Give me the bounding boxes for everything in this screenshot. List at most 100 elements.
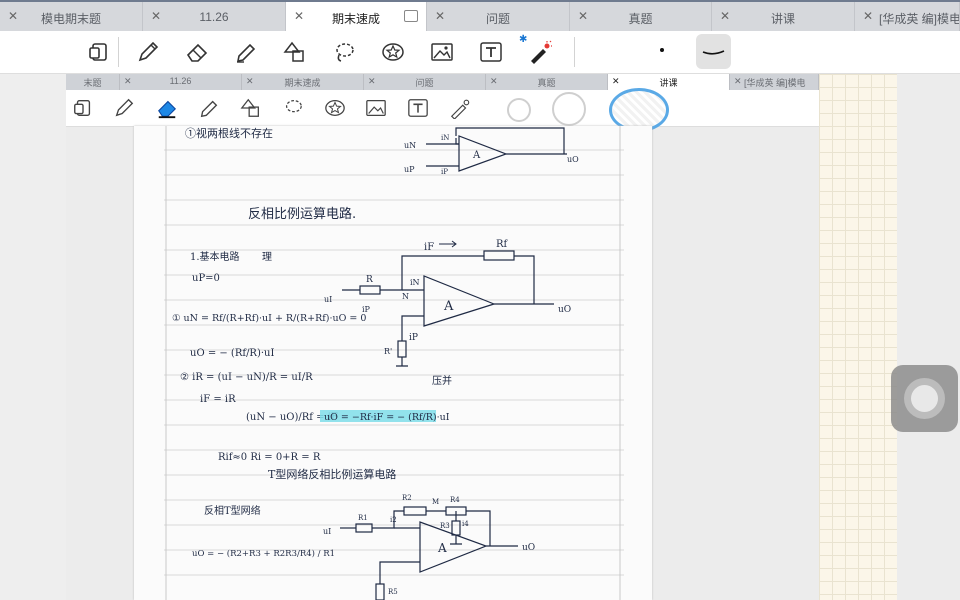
tab-label: 真题 [628,12,653,26]
label-r: R [366,275,373,285]
page-layout-icon [74,99,91,117]
t-network-title: T型网络反相比例运算电路 [268,467,396,481]
eq-2: uO = − (Rf/R)·uI [190,348,274,359]
tab-lecture[interactable]: ✕ 讲课 [712,2,855,31]
label-rprime: R' [384,347,392,356]
embedded-tab: ✕ 讲课 [608,74,730,90]
tab-mod-final[interactable]: ✕ 模电期末题 [0,2,143,31]
stroke-sample-icon [702,50,725,55]
tab-label: 问题 [485,12,510,26]
note-pressure: 压并 [432,374,452,387]
tab-label: 问题 [415,78,434,88]
sticker-icon [325,100,345,116]
image-icon [431,43,453,61]
label-ui-2: uI [323,527,331,536]
grid-paper [819,74,897,600]
tab-label: 期末速成 [284,78,321,88]
tab-1126[interactable]: ✕ 11.26 [143,2,286,31]
tab-label: [华成英 编]模电 [879,12,959,26]
label-i4: i4 [462,520,469,528]
eq-1: ① uN = Rf/(R+Rf)·uI + R/(R+Rf)·uO = 0 [172,313,366,324]
text-box-icon [480,42,502,62]
tab-label: 11.26 [199,10,229,24]
eq-6: uO = −Rf·iF = − (Rf/R)·uI [324,412,450,423]
assistive-touch-dot [911,385,938,412]
tab-past-papers[interactable]: ✕ 真题 [570,2,712,31]
sticker-icon [382,43,404,61]
eraser-icon [186,43,208,62]
t-network-label: 反相T型网络 [204,504,261,517]
eq-4: iF = iR [200,394,236,405]
label-i2: i2 [390,516,397,524]
pen-icon [115,98,134,117]
bluetooth-icon: ✱ [519,34,528,45]
tab-label: 末题 [83,78,102,88]
stroke-size-small [507,98,531,122]
tab-label: [华成英 编]模电 [744,78,806,88]
circuit-label-in: iN [441,134,449,142]
embedded-tab: 末题 [66,74,120,90]
note-line-1: ①视两根线不存在 [185,126,273,140]
close-icon: ✕ [734,76,742,86]
right-margin [897,74,960,600]
tab-label: 11.26 [169,76,192,86]
lasso-tool[interactable] [330,39,358,65]
section-title: 反相比例运算电路. [248,206,356,222]
label-r4: R4 [450,496,460,504]
note-page: ①视两根线不存在 A uN uP iN iP uO 反相比例运算电路. iF R… [134,126,652,600]
shapes-icon [283,41,304,62]
circuit-label-ip: iP [441,168,448,176]
eraser-icon [158,100,177,119]
split-view-icon[interactable] [404,10,418,22]
embedded-tab: ✕ 真题 [486,74,608,90]
handwritten-notes: ①视两根线不存在 A uN uP iN iP uO 反相比例运算电路. iF R… [164,126,624,600]
tab-label: 讲课 [659,78,678,88]
sticker-tool[interactable] [379,39,407,65]
divider [118,37,119,67]
toolbar: ✱ [0,31,960,74]
eraser-tool[interactable] [183,39,211,65]
eq-7: Rif≈0 Ri = 0+R = R [218,452,321,463]
eq-up: uP=0 [192,273,220,284]
page-layout-button[interactable] [85,39,113,65]
tab-final-crash[interactable]: ✕ 期末速成 [286,2,427,31]
label-basic: 1.基本电路 [190,250,240,263]
page-layout-icon [89,43,107,61]
label-uo: uO [558,305,571,315]
tab-label: 模电期末题 [40,12,101,26]
tab-textbook[interactable]: ✕ [华成英 编]模电 [855,2,960,31]
pen-tool[interactable] [134,39,162,65]
label-if: iF [424,242,434,253]
label-ideal: 理 [262,251,272,263]
label-rf: Rf [496,239,509,250]
circuit-label-a: A [472,150,481,161]
image-tool[interactable] [428,39,456,65]
laser-pointer-tool[interactable] [526,39,554,65]
eq-3: ② iR = (uI − uN)/R = uI/R [180,372,313,383]
label-n: N [402,292,409,301]
circuit-label-un: uN [404,141,416,150]
eq-8: uO = − (R2+R3 + R2R3/R4) / R1 [192,548,335,559]
label-m: M [432,498,439,506]
highlighter-tool[interactable] [232,39,260,65]
embedded-tab-bar: 末题 ✕ 11.26 ✕ 期末速成 ✕ 问题 ✕ 真题 ✕ 讲课 ✕ [华成英 编]模电 [66,74,819,90]
laser-pointer-icon [531,40,552,64]
arrow-icon [439,240,457,248]
label-r5: R5 [388,588,398,596]
label-uo-2: uO [522,543,535,553]
label-r2: R2 [402,494,412,502]
assistive-touch-button[interactable] [891,365,958,432]
tab-questions[interactable]: ✕ 问题 [427,2,570,31]
tab-label: 真题 [537,78,556,88]
text-box-tool[interactable] [477,39,505,65]
divider [574,37,575,67]
shapes-tool[interactable] [281,39,309,65]
circuit-label-uo: uO [567,155,579,164]
embedded-screenshot[interactable]: 末题 ✕ 11.26 ✕ 期末速成 ✕ 问题 ✕ 真题 ✕ 讲课 ✕ [华成英 编]模电 [66,74,819,600]
laser-pointer-icon [450,99,470,119]
stroke-size-small[interactable] [660,48,664,52]
highlighter-icon [200,100,218,118]
stroke-size-selected[interactable] [696,34,731,69]
image-icon [366,100,386,116]
close-icon[interactable]: ✕ [863,9,873,23]
